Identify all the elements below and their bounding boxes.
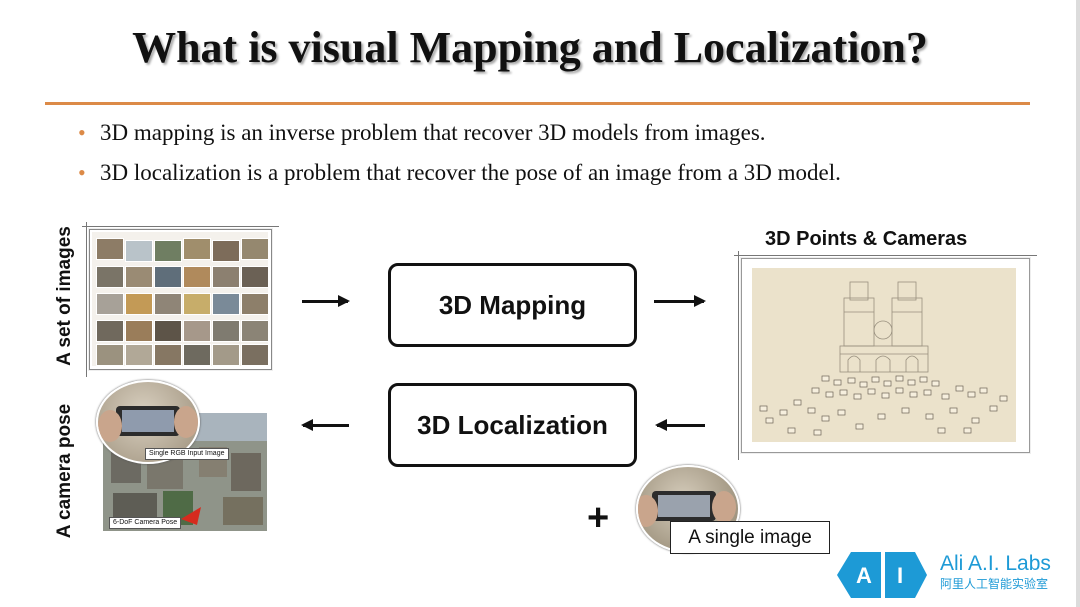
logo-letter-i: I	[897, 563, 903, 588]
photo-thumbnail	[183, 266, 211, 288]
photo-thumbnail	[212, 240, 240, 262]
logo-letter-a: A	[856, 563, 872, 588]
bullet-list: • 3D mapping is an inverse problem that r…	[78, 118, 841, 198]
input-image-tag: Single RGB Input Image	[145, 448, 229, 460]
bullet-item: • 3D mapping is an inverse problem that r…	[78, 118, 841, 158]
photo-thumbnail	[96, 266, 124, 288]
logo-name: Ali A.I. Labs	[940, 552, 1051, 575]
camera-pose-label: A camera pose	[54, 403, 75, 539]
photo-thumbnail	[183, 320, 211, 342]
image-set-collage	[92, 232, 269, 366]
photo-thumbnail	[212, 344, 240, 366]
logo-chinese-name: 阿里人工智能实验室	[940, 577, 1049, 591]
photo-thumbnail	[96, 320, 124, 342]
photo-thumbnail	[241, 266, 269, 288]
photo-thumbnail	[154, 320, 182, 342]
photo-thumbnail	[212, 320, 240, 342]
photo-thumbnail	[154, 266, 182, 288]
photo-thumbnail	[96, 344, 124, 366]
bullet-dot-icon: •	[78, 120, 86, 145]
photo-thumbnail	[96, 238, 124, 260]
arrow-right-icon	[302, 295, 350, 307]
cathedral-point-cloud-icon	[759, 281, 1008, 436]
bullet-item: • 3D localization is a problem that recov…	[78, 158, 841, 198]
bullet-dot-icon: •	[78, 160, 86, 185]
photo-thumbnail	[125, 293, 153, 315]
photo-thumbnail	[125, 320, 153, 342]
photo-thumbnail	[125, 240, 153, 262]
slide-edge	[1076, 0, 1080, 607]
photo-thumbnail	[183, 344, 211, 366]
photo-thumbnail	[241, 238, 269, 260]
ali-labs-logo-icon: A I	[837, 552, 927, 598]
photo-thumbnail	[212, 293, 240, 315]
photo-thumbnail	[154, 293, 182, 315]
photo-thumbnail	[241, 344, 269, 366]
slide-title: What is visual Mapping and Localization?	[132, 23, 928, 72]
photo-thumbnail	[212, 266, 240, 288]
mapping-box: 3D Mapping	[388, 263, 637, 347]
photo-thumbnail	[183, 293, 211, 315]
arrow-left-icon	[655, 419, 705, 431]
photo-thumbnail	[96, 293, 124, 315]
photo-thumbnail	[154, 344, 182, 366]
image-set-label: A set of images	[54, 226, 75, 366]
single-image-label: A single image	[670, 521, 830, 554]
camera-pose-tag: 6-DoF Camera Pose	[109, 517, 182, 529]
photo-thumbnail	[183, 238, 211, 260]
bullet-text: 3D mapping is an inverse problem that re…	[100, 120, 766, 145]
photo-thumbnail	[125, 344, 153, 366]
plus-icon: +	[587, 497, 610, 539]
photo-thumbnail	[125, 266, 153, 288]
photo-thumbnail	[154, 240, 182, 262]
bullet-text: 3D localization is a problem that recove…	[100, 160, 841, 185]
arrow-left-icon	[301, 419, 349, 431]
arrow-right-icon	[654, 295, 706, 307]
title-divider	[45, 102, 1030, 105]
photo-thumbnail	[241, 293, 269, 315]
slide: What is visual Mapping and Localization?…	[0, 0, 1080, 607]
point-cloud-image	[752, 268, 1016, 442]
localization-box: 3D Localization	[388, 383, 637, 467]
points-cameras-title: 3D Points & Cameras	[765, 228, 968, 250]
photo-thumbnail	[241, 320, 269, 342]
